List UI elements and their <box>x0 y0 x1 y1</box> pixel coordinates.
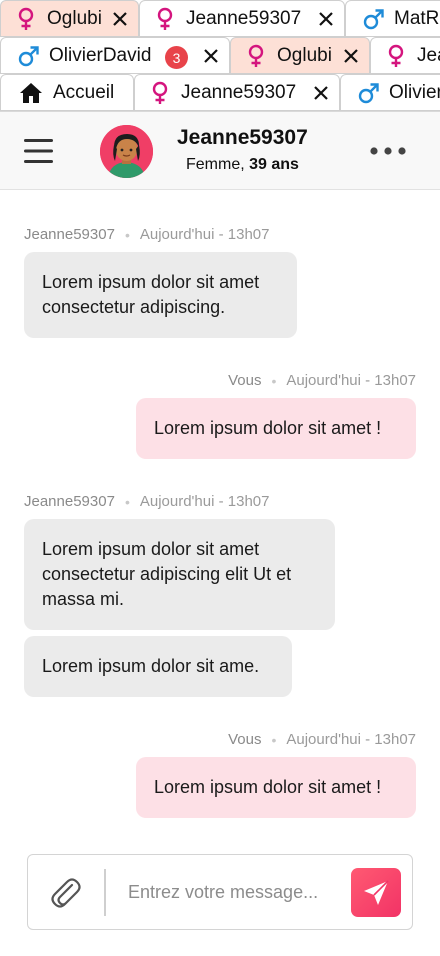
male-icon <box>363 8 384 29</box>
unread-badge: 3 <box>165 46 188 69</box>
close-icon[interactable] <box>203 48 219 64</box>
separator-dot: • <box>271 731 277 748</box>
contact-gender: Femme, <box>186 156 245 173</box>
contact-info: Femme, 39 ans <box>186 156 299 174</box>
tab-olivier[interactable]: Olivier <box>340 74 440 111</box>
female-icon <box>248 44 264 67</box>
message-bubble-incoming: Lorem ipsum dolor sit amet consectetur a… <box>24 519 335 630</box>
female-icon <box>388 44 404 67</box>
message-bubble-incoming: Lorem ipsum dolor sit ame. <box>24 636 292 697</box>
tab-accueil[interactable]: Accueil <box>0 74 134 111</box>
tab-oglubi[interactable]: Oglubi <box>0 0 139 37</box>
message-sender: Jeanne59307 <box>24 226 115 243</box>
close-icon[interactable] <box>343 48 359 64</box>
contact-username: Jeanne59307 <box>177 126 308 149</box>
message-meta: Vous • Aujourd'hui - 13h07 <box>228 372 416 389</box>
separator-dot: • <box>271 372 277 389</box>
female-icon <box>152 81 168 104</box>
tab-label: Jeanne59307 <box>186 7 302 29</box>
message-meta: Jeanne59307 • Aujourd'hui - 13h07 <box>24 493 269 510</box>
tab-label: Oglubi <box>47 7 102 29</box>
composer-divider <box>104 869 106 916</box>
tab-label: Jea <box>417 44 440 66</box>
hamburger-menu-icon[interactable] <box>24 138 54 164</box>
male-icon <box>358 82 379 103</box>
message-bubble-outgoing: Lorem ipsum dolor sit amet ! <box>136 398 416 459</box>
separator-dot: • <box>124 493 130 510</box>
message-time: Aujourd'hui - 13h07 <box>139 226 270 243</box>
message-meta: Jeanne59307 • Aujourd'hui - 13h07 <box>24 226 269 243</box>
message-sender: Vous <box>228 731 262 748</box>
male-icon <box>18 45 39 66</box>
close-icon[interactable] <box>313 85 329 101</box>
tab-matr[interactable]: MatR <box>345 0 440 37</box>
message-text: Lorem ipsum dolor sit amet consectetur a… <box>42 539 292 609</box>
tab-label: Olivier <box>389 81 440 103</box>
tab-olivierdavid[interactable]: OlivierDavid 3 <box>0 37 230 74</box>
tab-row-1: Oglubi Jeanne59307 MatR <box>0 0 440 37</box>
separator-dot: • <box>124 226 130 243</box>
tab-label: Accueil <box>53 81 115 103</box>
tab-label: OlivierDavid <box>49 44 152 66</box>
message-bubble-incoming: Lorem ipsum dolor sit amet consectetur a… <box>24 252 297 338</box>
message-text: Lorem ipsum dolor sit ame. <box>42 656 260 676</box>
contact-age: 39 ans <box>249 156 299 173</box>
message-sender: Jeanne59307 <box>24 493 115 510</box>
close-icon[interactable] <box>318 11 334 27</box>
female-icon <box>18 7 34 30</box>
message-bubble-outgoing: Lorem ipsum dolor sit amet ! <box>136 757 416 818</box>
tab-label: Oglubi <box>277 44 332 66</box>
message-time: Aujourd'hui - 13h07 <box>286 731 416 748</box>
tab-row-3: Accueil Jeanne59307 Olivier <box>0 74 440 111</box>
tab-jea[interactable]: Jea <box>370 37 440 74</box>
user-avatar-icon <box>100 125 153 178</box>
tab-label: Jeanne59307 <box>181 81 297 103</box>
chat-header: Jeanne59307 Femme, 39 ans <box>0 111 440 190</box>
home-icon <box>20 82 42 103</box>
female-icon <box>157 7 173 30</box>
paperclip-icon[interactable] <box>50 876 82 910</box>
message-meta: Vous • Aujourd'hui - 13h07 <box>228 731 416 748</box>
avatar[interactable] <box>100 125 153 178</box>
tab-row-2: OlivierDavid 3 Oglubi Jea <box>0 37 440 74</box>
message-input[interactable] <box>128 873 344 911</box>
message-text: Lorem ipsum dolor sit amet ! <box>154 777 382 797</box>
message-sender: Vous <box>228 372 262 389</box>
tab-label: MatR <box>394 7 440 29</box>
tab-jeanne59307-2[interactable]: Jeanne59307 <box>134 74 340 111</box>
close-icon[interactable] <box>112 11 128 27</box>
send-icon <box>364 879 389 905</box>
send-button[interactable] <box>351 868 401 917</box>
message-time: Aujourd'hui - 13h07 <box>139 493 270 510</box>
message-composer <box>27 854 413 930</box>
message-text: Lorem ipsum dolor sit amet ! <box>154 418 382 438</box>
message-time: Aujourd'hui - 13h07 <box>286 372 416 389</box>
message-text: Lorem ipsum dolor sit amet consectetur a… <box>42 272 260 317</box>
tab-oglubi-active[interactable]: Oglubi <box>230 37 370 74</box>
more-options-icon[interactable] <box>368 144 408 158</box>
tab-jeanne59307[interactable]: Jeanne59307 <box>139 0 345 37</box>
